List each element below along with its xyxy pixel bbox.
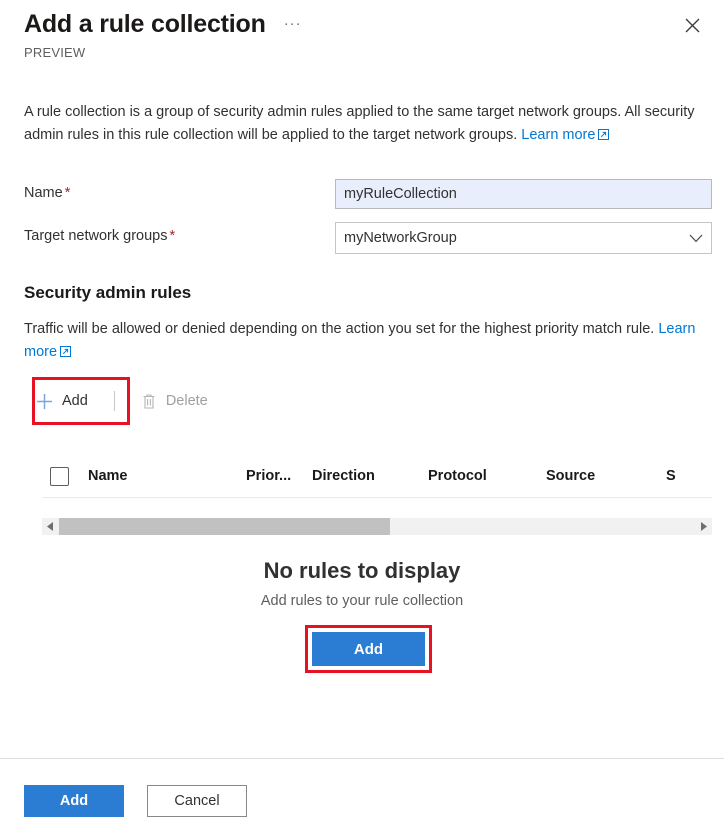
target-network-groups-row: Target network groups * myNetworkGroup (24, 222, 712, 254)
target-network-groups-dropdown[interactable]: myNetworkGroup (335, 222, 712, 254)
external-link-icon (60, 342, 72, 365)
empty-state-add-button[interactable]: Add (312, 632, 425, 666)
close-icon[interactable] (676, 9, 708, 41)
external-link-icon (598, 125, 610, 148)
grid-horizontal-scrollbar[interactable] (42, 518, 712, 535)
column-header-source-port[interactable]: S (666, 468, 706, 484)
blade-footer: Add Cancel (24, 785, 247, 817)
column-header-direction[interactable]: Direction (312, 468, 428, 484)
footer-add-button[interactable]: Add (24, 785, 124, 817)
column-header-protocol[interactable]: Protocol (428, 468, 546, 484)
section-title: Security admin rules (24, 283, 192, 302)
name-field-row: Name * (24, 179, 712, 211)
target-network-groups-value: myNetworkGroup (344, 230, 457, 246)
title-row: Add a rule collection ··· (24, 9, 306, 39)
rules-grid-header: Name Prior... Direction Protocol Source … (42, 455, 712, 498)
page-title: Add a rule collection (24, 10, 266, 38)
select-all-checkbox[interactable] (50, 466, 69, 486)
target-network-groups-label: Target network groups * (24, 228, 175, 244)
section-description: Traffic will be allowed or denied depend… (24, 318, 704, 365)
select-all-cell (42, 466, 88, 486)
column-header-priority[interactable]: Prior... (246, 468, 312, 484)
footer-divider (0, 758, 724, 759)
target-network-groups-required-marker: * (169, 228, 176, 244)
scroll-right-arrow-icon[interactable] (695, 518, 712, 535)
name-label-text: Name (24, 185, 63, 201)
delete-rule-toolbar-button[interactable]: Delete (129, 385, 220, 417)
scrollbar-track[interactable] (59, 518, 695, 535)
target-network-groups-label-text: Target network groups (24, 228, 168, 244)
empty-state-subtitle: Add rules to your rule collection (260, 593, 464, 609)
name-required-marker: * (64, 185, 71, 201)
intro-learn-more-label: Learn more (521, 127, 596, 143)
column-header-name[interactable]: Name (88, 468, 246, 484)
preview-badge: PREVIEW (24, 45, 86, 60)
scrollbar-thumb[interactable] (59, 518, 390, 535)
add-rule-toolbar-button[interactable]: Add (24, 385, 100, 417)
footer-cancel-button[interactable]: Cancel (147, 785, 247, 817)
section-description-text: Traffic will be allowed or denied depend… (24, 321, 655, 337)
column-header-source[interactable]: Source (546, 468, 666, 484)
plus-icon (36, 393, 53, 410)
name-input[interactable] (335, 179, 712, 209)
command-bar-divider (113, 391, 115, 411)
empty-state-title: No rules to display (263, 558, 461, 583)
delete-rule-toolbar-label: Delete (165, 393, 208, 409)
intro-learn-more-link[interactable]: Learn more (521, 127, 610, 143)
add-rule-toolbar-label: Add (62, 393, 88, 409)
chevron-down-icon (689, 234, 703, 243)
trash-icon (141, 393, 157, 410)
blade-header: Add a rule collection ··· PREVIEW (0, 0, 724, 72)
intro-description: A rule collection is a group of security… (24, 101, 712, 148)
rules-command-bar: Add Delete (24, 378, 220, 424)
more-options-icon[interactable]: ··· (280, 15, 306, 33)
name-label: Name * (24, 185, 70, 201)
scroll-left-arrow-icon[interactable] (42, 518, 59, 535)
